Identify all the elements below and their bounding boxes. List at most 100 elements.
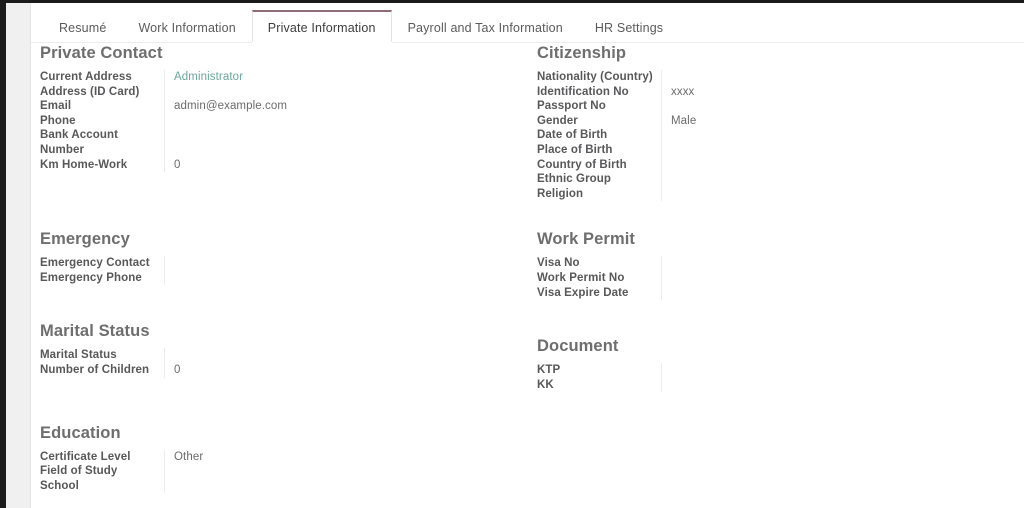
field-row: Email admin@example.com bbox=[40, 99, 344, 114]
field-label-marital-status: Marital Status bbox=[40, 349, 117, 362]
field-label-phone: Phone bbox=[40, 114, 76, 127]
field-value-country-of-birth bbox=[661, 157, 841, 173]
field-row: KTP bbox=[537, 363, 841, 378]
field-value-km-home-work: 0 bbox=[164, 157, 344, 173]
field-value-visa-no bbox=[661, 256, 841, 271]
field-label-address-id-card: Address (ID Card) bbox=[40, 85, 140, 98]
field-label-passport-no: Passport No bbox=[537, 100, 606, 113]
field-label-emergency-phone: Emergency Phone bbox=[40, 271, 142, 284]
field-label-place-of-birth: Place of Birth bbox=[537, 143, 613, 156]
tab-payroll-and-tax-information[interactable]: Payroll and Tax Information bbox=[392, 10, 579, 43]
group-emergency: Emergency Emergency Contact Emergency Pho… bbox=[40, 230, 510, 286]
tab-hr-settings[interactable]: HR Settings bbox=[579, 10, 679, 43]
field-value-certificate-level: Other bbox=[164, 449, 344, 465]
field-label-field-of-study: Field of Study bbox=[40, 465, 118, 478]
field-row: Date of Birth bbox=[537, 128, 841, 143]
window-left-gutter bbox=[6, 3, 31, 508]
group-title: Document bbox=[537, 337, 619, 356]
field-label-visa-expire-date: Visa Expire Date bbox=[537, 286, 629, 299]
field-row: Ethnic Group bbox=[537, 172, 841, 187]
group-title: Private Contact bbox=[40, 44, 163, 62]
group-document: Document KTP KK bbox=[537, 337, 1007, 393]
group-private-contact: Private Contact Current Address Administra… bbox=[40, 44, 510, 173]
right-column: Citizenship Nationality (Country) Identif… bbox=[537, 44, 1007, 396]
field-table: Emergency Contact Emergency Phone bbox=[40, 256, 344, 286]
field-value-school bbox=[164, 478, 344, 494]
field-value-current-address[interactable]: Administrator bbox=[164, 70, 344, 85]
field-row: Bank Account Number bbox=[40, 128, 344, 158]
field-value-visa-expire-date bbox=[661, 285, 841, 301]
tab-work-information[interactable]: Work Information bbox=[122, 10, 251, 43]
field-label-visa-no: Visa No bbox=[537, 257, 580, 270]
group-title: Work Permit bbox=[537, 230, 635, 249]
group-education: Education Certificate Level Other Field of … bbox=[40, 424, 510, 494]
field-label-gender: Gender bbox=[537, 114, 578, 127]
field-row: Place of Birth bbox=[537, 142, 841, 158]
field-value-ktp bbox=[661, 363, 841, 378]
group-citizenship: Citizenship Nationality (Country) Identif… bbox=[537, 44, 1007, 202]
field-label-certificate-level: Certificate Level bbox=[40, 450, 131, 463]
field-row: Emergency Phone bbox=[40, 270, 344, 286]
group-title: Emergency bbox=[40, 230, 130, 249]
tab-resum[interactable]: Resumé bbox=[43, 10, 122, 43]
field-value-work-permit-no bbox=[661, 270, 841, 286]
field-row: Nationality (Country) bbox=[537, 70, 841, 85]
field-value-number-of-children: 0 bbox=[164, 362, 344, 378]
field-table: Certificate Level Other Field of Study Sch… bbox=[40, 449, 344, 494]
group-title: Marital Status bbox=[40, 322, 150, 341]
field-row: Visa No bbox=[537, 256, 841, 271]
field-label-date-of-birth: Date of Birth bbox=[537, 129, 608, 142]
field-row: Passport No bbox=[537, 99, 841, 114]
group-title: Education bbox=[40, 423, 121, 442]
field-value-bank-account-number bbox=[164, 128, 344, 158]
field-label-number-of-children: Number of Children bbox=[40, 363, 150, 376]
field-value-identification-no: xxxx bbox=[661, 84, 841, 100]
field-value-ethnic-group bbox=[661, 172, 841, 187]
field-value-address-id-card bbox=[164, 84, 344, 100]
field-table: Current Address Administrator Address (ID … bbox=[40, 70, 344, 173]
field-label-nationality-country: Nationality (Country) bbox=[537, 71, 653, 83]
field-row: Current Address Administrator bbox=[40, 70, 344, 85]
field-table: KTP KK bbox=[537, 363, 841, 393]
field-label-km-home-work: Km Home-Work bbox=[40, 158, 128, 171]
field-row: Gender Male bbox=[537, 113, 841, 129]
field-value-emergency-phone bbox=[164, 270, 344, 286]
field-row: School bbox=[40, 478, 344, 494]
field-row: Number of Children 0 bbox=[40, 362, 344, 378]
field-value-nationality-country bbox=[661, 70, 841, 85]
form-content: Private Contact Current Address Administra… bbox=[31, 44, 1024, 505]
field-row: Field of Study bbox=[40, 464, 344, 479]
field-table: Nationality (Country) Identification No x… bbox=[537, 70, 841, 202]
field-value-marital-status bbox=[164, 348, 344, 363]
field-label-bank-account-number: Bank Account Number bbox=[40, 129, 119, 156]
field-label-ethnic-group: Ethnic Group bbox=[537, 173, 612, 186]
field-label-religion: Religion bbox=[537, 187, 584, 200]
group-marital-status: Marital Status Marital Status Number of C… bbox=[40, 322, 510, 378]
field-value-date-of-birth bbox=[661, 128, 841, 143]
tab-private-information[interactable]: Private Information bbox=[251, 10, 392, 44]
field-row: KK bbox=[537, 377, 841, 393]
field-value-phone bbox=[164, 113, 344, 129]
group-title: Citizenship bbox=[537, 44, 627, 62]
field-label-ktp: KTP bbox=[537, 364, 561, 377]
field-row: Certificate Level Other bbox=[40, 449, 344, 465]
field-label-email: Email bbox=[40, 100, 72, 113]
field-label-emergency-contact: Emergency Contact bbox=[40, 257, 150, 270]
field-value-religion bbox=[661, 186, 841, 202]
field-label-work-permit-no: Work Permit No bbox=[537, 271, 625, 284]
field-row: Km Home-Work 0 bbox=[40, 157, 344, 173]
left-column: Private Contact Current Address Administra… bbox=[40, 44, 510, 497]
field-value-emergency-contact bbox=[164, 256, 344, 271]
employee-private-information-page: Resumé Work Information Private Informatio… bbox=[0, 0, 1024, 508]
field-label-current-address: Current Address bbox=[40, 71, 132, 83]
field-table: Marital Status Number of Children 0 bbox=[40, 348, 344, 378]
field-row: Emergency Contact bbox=[40, 256, 344, 271]
field-value-field-of-study bbox=[164, 464, 344, 479]
field-table: Visa No Work Permit No Visa Expire Date bbox=[537, 256, 841, 301]
field-row: Country of Birth bbox=[537, 157, 841, 173]
record-tab-bar: Resumé Work Information Private Informatio… bbox=[31, 3, 1024, 44]
